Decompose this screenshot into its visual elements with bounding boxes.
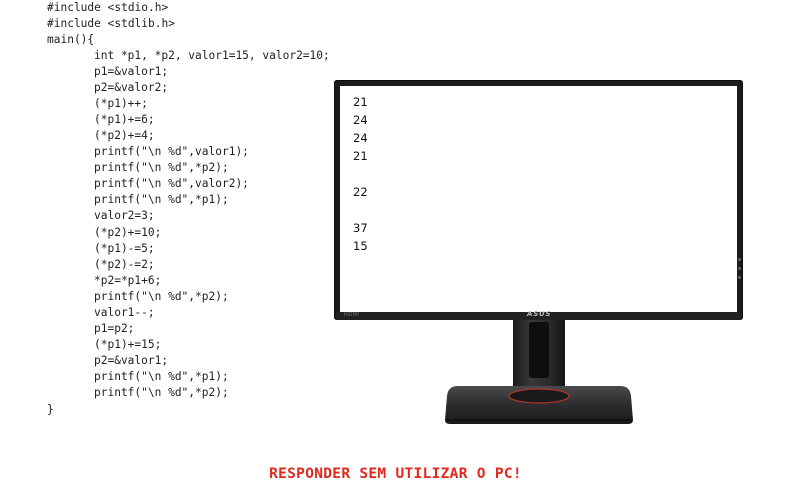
code-line-closing-brace: } [47,403,54,416]
code-line: (*p1)-=5; [94,242,155,255]
code-line: int *p1, *p2, valor1=15, valor2=10; [94,49,330,62]
code-line: printf("\n %d",*p2); [94,290,229,303]
code-line: printf("\n %d",*p1); [94,370,229,383]
monitor-stand-cable-slot [529,322,549,378]
warning-text: RESPONDER SEM UTILIZAR O PC! [269,466,522,482]
image-canvas: #include <stdio.h> #include <stdlib.h> m… [0,0,791,503]
code-line: valor2=3; [94,209,155,222]
output-line: 37 [353,221,368,235]
monitor-side-buttons [738,258,742,298]
monitor-screen [340,86,737,312]
code-line: p2=&valor2; [94,81,169,94]
code-line: *p2=*p1+6; [94,274,162,287]
code-line: (*p2)+=4; [94,129,155,142]
output-line: 21 [353,149,368,163]
output-line: 15 [353,239,368,253]
code-line: valor1--; [94,306,155,319]
monitor-button-icon [738,258,741,261]
code-line: p2=&valor1; [94,354,169,367]
code-line: (*p1)++; [94,97,148,110]
code-line-include-stdlib: #include <stdlib.h> [47,17,175,30]
code-line: (*p2)+=10; [94,226,162,239]
output-line: 24 [353,113,368,127]
asus-logo: ASUS [527,310,552,318]
code-line: printf("\n %d",valor1); [94,145,249,158]
monitor-button-icon [738,267,741,270]
code-line: printf("\n %d",*p1); [94,193,229,206]
monitor-stand-base [445,386,633,424]
code-line-main: main(){ [47,33,95,46]
hdmi-logo: HDMI [344,311,360,318]
code-line: printf("\n %d",valor2); [94,177,249,190]
code-line-include-stdio: #include <stdio.h> [47,1,169,14]
code-line: p1=&valor1; [94,65,169,78]
code-line: printf("\n %d",*p2); [94,161,229,174]
code-line: printf("\n %d",*p2); [94,386,229,399]
output-line: 21 [353,95,368,109]
output-line: 24 [353,131,368,145]
code-line: p1=p2; [94,322,135,335]
output-line: 22 [353,185,368,199]
monitor-button-icon [738,276,741,279]
code-line: (*p2)-=2; [94,258,155,271]
code-line: (*p1)+=6; [94,113,155,126]
code-line: (*p1)+=15; [94,338,162,351]
